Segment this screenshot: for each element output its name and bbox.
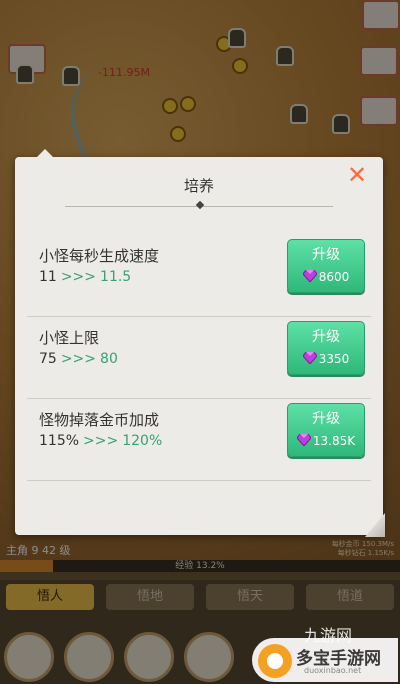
next-value: 11.5 [100,269,132,285]
gem-icon [302,352,317,364]
current-value: 115% [39,433,80,449]
upgrade-button-label: 升级 [312,247,340,263]
upgrade-cost: 3350 [288,350,364,368]
next-value: 120% [122,433,163,449]
upgrade-cost: 8600 [288,268,364,286]
upgrade-cost: 13.85K [288,432,364,450]
next-value: 80 [100,351,118,367]
upgrade-button-label: 升级 [312,411,340,427]
watermark-subtitle: duoxinbao.net [304,666,362,675]
upgrade-button[interactable]: 升级 8600 [287,239,365,293]
current-value: 11 [39,269,57,285]
upgrade-name: 怪物掉落金币加成 [39,411,160,429]
upgrade-values: 115% >>> 120% [39,433,162,449]
site-watermark: 多宝手游网 duoxinbao.net [252,638,398,682]
upgrade-row: 怪物掉落金币加成 115% >>> 120% 升级 13.85K [27,399,371,481]
page-curl [365,513,385,537]
upgrade-name: 小怪上限 [39,329,100,347]
arrow-text: >>> [60,351,97,367]
dialog-title: 培养 [183,177,214,195]
title-ornament [195,200,205,210]
row-divider [27,480,371,481]
upgrade-row: 小怪上限 75 >>> 80 升级 3350 [27,317,371,399]
upgrade-dialog: 培养 ✕ 小怪每秒生成速度 11 >>> 11.5 升级 8600 小怪上限 75 >… [15,149,385,537]
site-logo-icon [258,644,292,678]
current-value: 75 [39,351,57,367]
upgrade-button-label: 升级 [312,329,340,345]
upgrade-button[interactable]: 升级 3350 [287,321,365,375]
upgrade-row: 小怪每秒生成速度 11 >>> 11.5 升级 8600 [27,235,371,317]
upgrade-values: 11 >>> 11.5 [39,269,131,285]
cost-value: 13.85K [312,434,356,448]
upgrade-name: 小怪每秒生成速度 [39,247,160,265]
cost-value: 8600 [318,270,350,284]
gem-icon [302,270,317,282]
arrow-text: >>> [60,269,97,285]
arrow-text: >>> [83,433,119,449]
gem-icon [296,434,311,446]
upgrade-values: 75 >>> 80 [39,351,118,367]
close-icon[interactable]: ✕ [345,163,369,187]
cost-value: 3350 [318,352,350,366]
upgrade-button[interactable]: 升级 13.85K [287,403,365,457]
